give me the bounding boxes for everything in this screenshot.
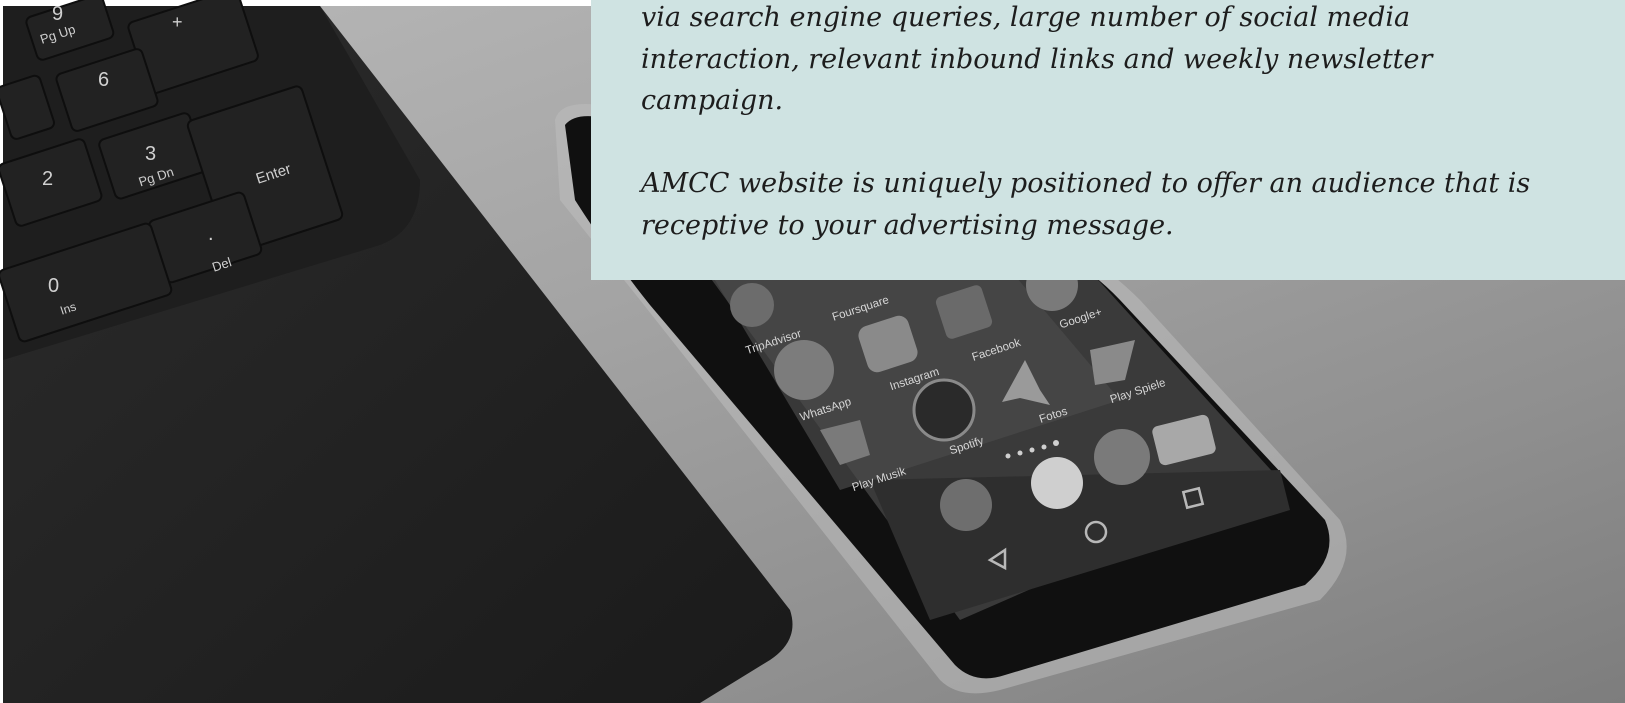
key-3: 3	[145, 143, 156, 165]
intro-paragraph: via search engine queries, large number …	[641, 2, 1433, 116]
info-panel: via search engine queries, large number …	[591, 0, 1625, 280]
key-9: 9	[52, 3, 63, 25]
audience-paragraph: AMCC website is uniquely positioned to o…	[641, 168, 1531, 241]
key-plus: +	[172, 12, 183, 32]
key-6: 6	[98, 69, 109, 91]
key-2: 2	[42, 168, 53, 190]
key-0: 0	[48, 275, 59, 297]
key-dot: .	[208, 223, 214, 245]
